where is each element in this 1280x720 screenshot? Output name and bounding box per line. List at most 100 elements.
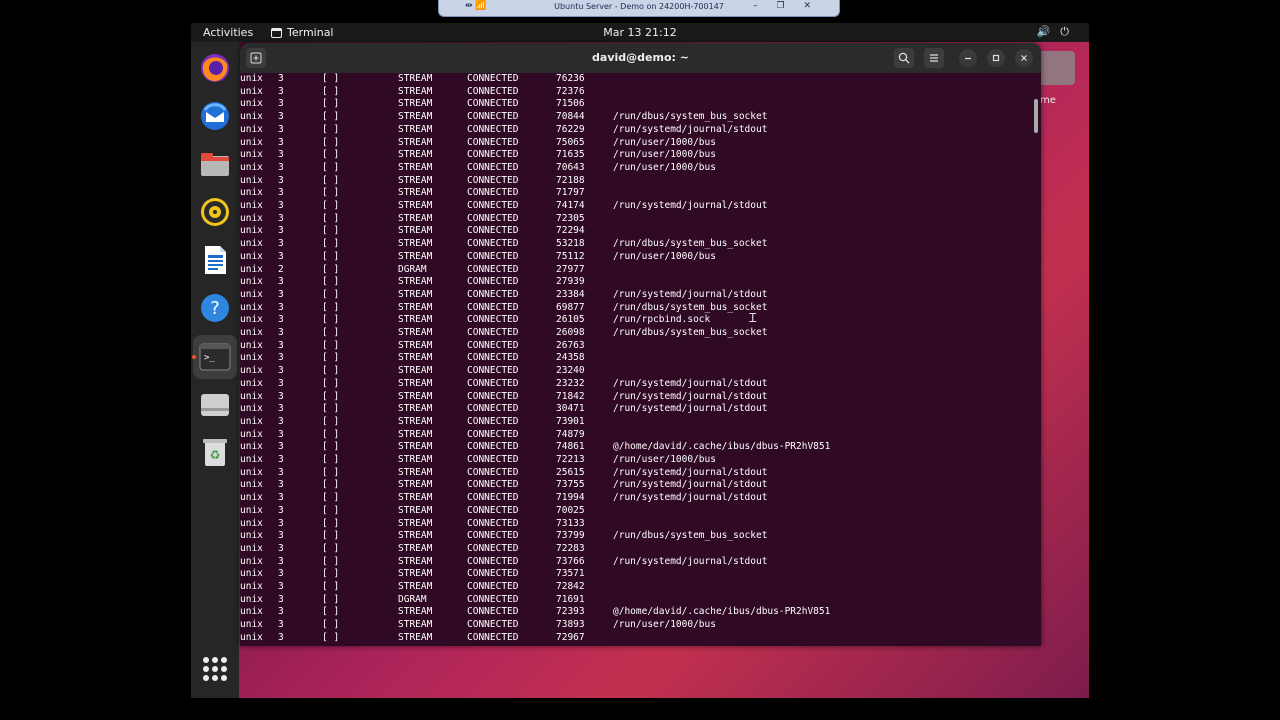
close-button[interactable] — [1015, 49, 1033, 67]
app-menu-label: Terminal — [287, 26, 334, 39]
terminal-line: unix 3 [ ] STREAM CONNECTED 73893/run/user/10… — [240, 619, 1032, 632]
search-button[interactable] — [894, 48, 914, 68]
scrollbar[interactable] — [1034, 99, 1038, 133]
socket-proto: unix — [240, 314, 263, 326]
socket-proto: unix — [240, 365, 263, 377]
socket-proto: unix — [240, 403, 263, 415]
socket-proto: unix — [240, 187, 263, 199]
socket-ref: 3 — [278, 581, 284, 592]
socket-proto: unix — [240, 238, 263, 250]
app-menu[interactable]: Terminal — [271, 26, 334, 39]
terminal-line: unix 3 [ ] STREAM CONNECTED 26763 — [240, 340, 1032, 353]
socket-type: STREAM — [398, 149, 433, 161]
terminal-line: unix 3 [ ] STREAM CONNECTED 71506 — [240, 98, 1032, 111]
running-indicator — [192, 355, 196, 359]
socket-ref: 3 — [278, 73, 284, 84]
socket-proto: unix — [240, 111, 263, 123]
socket-path: /run/user/1000/bus — [613, 250, 716, 262]
socket-state: CONNECTED — [467, 161, 519, 173]
socket-ref: 3 — [278, 238, 284, 250]
socket-state: CONNECTED — [467, 301, 519, 313]
socket-state: CONNECTED — [467, 479, 519, 491]
system-tray[interactable]: 🔊⏻ — [1037, 25, 1079, 39]
socket-state: CONNECTED — [467, 225, 519, 237]
socket-proto: unix — [240, 479, 263, 491]
dock-thunderbird[interactable] — [199, 100, 231, 132]
terminal-window[interactable]: david@demo: ~ unix 3 [ ] STREAM CONNECTED 762… — [240, 43, 1041, 646]
socket-state: CONNECTED — [467, 593, 519, 605]
socket-path: /run/dbus/system_bus_socket — [613, 238, 768, 250]
socket-flags: [ ] — [322, 250, 340, 262]
socket-flags: [ ] — [322, 123, 340, 135]
socket-state: CONNECTED — [467, 504, 519, 516]
socket-state: CONNECTED — [467, 98, 519, 110]
socket-state: CONNECTED — [467, 123, 519, 135]
socket-flags: [ ] — [322, 479, 340, 491]
clock[interactable]: Mar 13 21:12 — [603, 26, 676, 39]
activities-button[interactable]: Activities — [203, 26, 253, 39]
socket-type: STREAM — [398, 428, 433, 440]
socket-state: CONNECTED — [467, 352, 519, 364]
dock-firefox[interactable] — [199, 52, 231, 84]
terminal-line: unix 3 [ ] STREAM CONNECTED 72188 — [240, 175, 1032, 188]
socket-proto: unix — [240, 568, 263, 580]
socket-path: @/home/david/.cache/ibus/dbus-PR2hV851 — [613, 441, 831, 453]
dock-writer[interactable] — [199, 244, 231, 276]
socket-proto: unix — [240, 263, 263, 275]
socket-path: @/home/david/.cache/ibus/dbus-PR2hV851 — [613, 606, 831, 618]
socket-state: CONNECTED — [467, 415, 519, 427]
dock-drive[interactable] — [199, 388, 231, 420]
socket-proto: unix — [240, 428, 263, 440]
socket-proto: unix — [240, 161, 263, 173]
dock-trash[interactable]: ♻ — [199, 436, 231, 468]
terminal-line: unix 3 [ ] STREAM CONNECTED 72305 — [240, 213, 1032, 226]
new-tab-button[interactable] — [246, 48, 266, 68]
socket-inode: 71797 — [556, 187, 585, 199]
socket-state: CONNECTED — [467, 542, 519, 554]
socket-inode: 72967 — [556, 631, 585, 643]
socket-flags: [ ] — [322, 327, 340, 338]
socket-path: /run/user/1000/bus — [613, 136, 716, 148]
terminal-line: unix 3 [ ] DGRAM CONNECTED 71691 — [240, 594, 1032, 607]
dock-files[interactable] — [199, 148, 231, 180]
socket-proto: unix — [240, 466, 263, 478]
terminal-line: unix 3 [ ] STREAM CONNECTED 70643/run/user/10… — [240, 162, 1032, 175]
menu-button[interactable] — [924, 48, 944, 68]
terminal-line: unix 3 [ ] STREAM CONNECTED 72376 — [240, 86, 1032, 99]
socket-type: STREAM — [398, 555, 433, 567]
terminal-line: unix 3 [ ] STREAM CONNECTED 23232/run/systemd… — [240, 378, 1032, 391]
dock-rhythmbox[interactable] — [199, 196, 231, 228]
socket-ref: 3 — [278, 301, 284, 313]
socket-proto: unix — [240, 301, 263, 313]
terminal-output[interactable]: unix 3 [ ] STREAM CONNECTED 76236 unix 3 [ ] STRE… — [240, 73, 1032, 646]
window-controls-icons[interactable]: – ❐ ✕ — [753, 1, 819, 11]
socket-state: CONNECTED — [467, 200, 519, 211]
socket-inode: 70025 — [556, 504, 585, 516]
show-applications-button[interactable] — [203, 657, 227, 681]
socket-state: CONNECTED — [467, 111, 519, 123]
socket-flags: [ ] — [322, 111, 340, 123]
socket-flags: [ ] — [322, 98, 340, 110]
socket-flags: [ ] — [322, 85, 340, 97]
terminal-line: unix 3 [ ] STREAM CONNECTED 73901 — [240, 416, 1032, 429]
socket-state: CONNECTED — [467, 85, 519, 97]
socket-flags: [ ] — [322, 174, 340, 186]
terminal-line: unix 3 [ ] STREAM CONNECTED 73766/run/systemd… — [240, 556, 1032, 569]
socket-proto: unix — [240, 73, 263, 84]
socket-ref: 3 — [278, 631, 284, 643]
minimize-button[interactable] — [959, 49, 977, 67]
volume-icon: 🔊 — [1036, 25, 1061, 38]
dock-terminal[interactable]: >_ — [193, 335, 237, 379]
socket-path: /run/dbus/system_bus_socket — [613, 327, 768, 338]
socket-ref: 3 — [278, 454, 284, 465]
dock-help[interactable]: ? — [199, 292, 231, 324]
socket-proto: unix — [240, 530, 263, 542]
socket-proto: unix — [240, 200, 263, 211]
terminal-line: unix 3 [ ] STREAM CONNECTED 73799/run/dbus/sy… — [240, 530, 1032, 543]
maximize-button[interactable] — [987, 49, 1005, 67]
desktop-home-icon[interactable]: me — [1037, 51, 1077, 106]
svg-text:>_: >_ — [204, 353, 215, 363]
socket-state: CONNECTED — [467, 174, 519, 186]
socket-inode: 71635 — [556, 149, 585, 161]
socket-path: /run/systemd/journal/stdout — [613, 466, 768, 478]
